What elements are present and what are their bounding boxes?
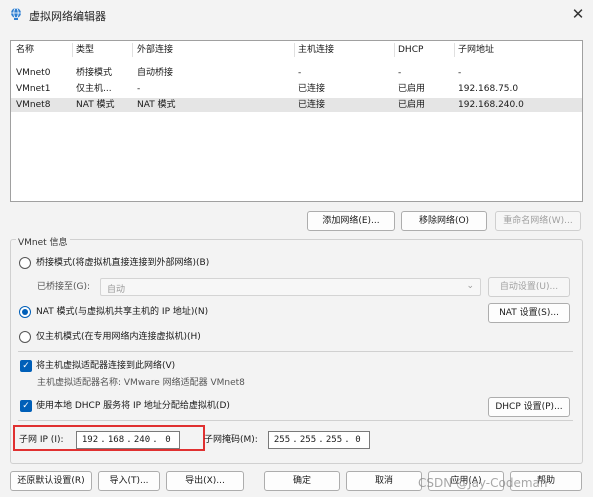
section-divider <box>18 351 573 352</box>
checkmark-icon[interactable]: ✓ <box>20 360 32 372</box>
cell-type: NAT 模式 <box>76 100 115 110</box>
cell-subnet: 192.168.240.0 <box>458 100 524 110</box>
column-header-subnet[interactable]: 子网地址 <box>458 43 578 57</box>
cell-dhcp: 已启用 <box>398 100 426 110</box>
cell-name: VMnet8 <box>16 100 51 110</box>
cell-dhcp: 已启用 <box>398 84 426 94</box>
ip-octet[interactable]: 192 <box>79 432 101 448</box>
ip-octet[interactable]: 168 <box>105 432 127 448</box>
subnet-mask-label: 子网掩码(M): <box>204 435 258 445</box>
chevron-down-icon: ⌄ <box>466 281 474 291</box>
subnet-mask-input[interactable]: 255 . 255 . 255 . 0 <box>268 431 370 449</box>
mask-octet[interactable]: 255 <box>323 432 345 448</box>
use-dhcp-label[interactable]: 使用本地 DHCP 服务将 IP 地址分配给虚拟机(D) <box>36 400 230 412</box>
mask-octet[interactable]: 0 <box>347 432 369 448</box>
column-header-dhcp[interactable]: DHCP <box>398 43 453 57</box>
cell-type: 仅主机... <box>76 84 112 94</box>
cell-external: - <box>137 84 141 94</box>
nat-mode-radio[interactable] <box>19 306 31 318</box>
nat-mode-label[interactable]: NAT 模式(与虚拟机共享主机的 IP 地址)(N) <box>36 306 208 318</box>
ip-octet[interactable]: 240 <box>131 432 153 448</box>
cell-name: VMnet1 <box>16 84 51 94</box>
column-divider <box>72 43 73 57</box>
bridged-to-label: 已桥接至(G): <box>37 282 91 292</box>
export-button[interactable]: 导出(X)... <box>166 471 244 491</box>
cell-external: NAT 模式 <box>137 100 176 110</box>
subnet-ip-input[interactable]: 192 . 168 . 240 . 0 <box>76 431 180 449</box>
remove-network-button[interactable]: 移除网络(O) <box>401 211 487 231</box>
cell-external: 自动桥接 <box>137 68 174 78</box>
mask-octet[interactable]: 255 <box>297 432 319 448</box>
cell-type: 桥接模式 <box>76 68 113 78</box>
cell-host: 已连接 <box>298 100 326 110</box>
column-header-external[interactable]: 外部连接 <box>137 43 292 57</box>
checkmark-icon[interactable]: ✓ <box>20 400 32 412</box>
ok-button[interactable]: 确定 <box>264 471 340 491</box>
section-divider <box>18 420 573 421</box>
connect-adapter-label[interactable]: 将主机虚拟适配器连接到此网络(V) <box>36 360 175 372</box>
dhcp-settings-button[interactable]: DHCP 设置(P)... <box>488 397 570 417</box>
column-header-type[interactable]: 类型 <box>76 43 131 57</box>
bridged-to-select[interactable]: 自动 ⌄ <box>100 278 481 296</box>
table-row[interactable]: VMnet1 仅主机... - 已连接 已启用 192.168.75.0 <box>11 82 582 96</box>
cell-subnet: - <box>458 68 462 78</box>
watermark-text: CSDN @Jay-Codeman <box>418 476 548 490</box>
cell-host: - <box>298 68 302 78</box>
column-header-name[interactable]: 名称 <box>16 43 71 57</box>
cell-subnet: 192.168.75.0 <box>458 84 519 94</box>
column-divider <box>294 43 295 57</box>
cell-name: VMnet0 <box>16 68 51 78</box>
host-only-radio[interactable] <box>19 331 31 343</box>
table-row[interactable]: VMnet0 桥接模式 自动桥接 - - - <box>11 66 582 80</box>
bridge-mode-label[interactable]: 桥接模式(将虚拟机直接连接到外部网络)(B) <box>36 257 209 269</box>
cancel-button[interactable]: 取消 <box>346 471 422 491</box>
bridge-mode-radio[interactable] <box>19 257 31 269</box>
vmnet-info-title: VMnet 信息 <box>16 235 70 248</box>
subnet-ip-label: 子网 IP (I): <box>19 435 64 445</box>
column-divider <box>132 43 133 57</box>
network-list[interactable]: 名称 类型 外部连接 主机连接 DHCP 子网地址 VMnet0 桥接模式 自动… <box>10 40 583 202</box>
nat-settings-button[interactable]: NAT 设置(S)... <box>488 303 570 323</box>
adapter-name-text: 主机虚拟适配器名称: VMware 网络适配器 VMnet8 <box>37 378 245 388</box>
mask-octet[interactable]: 255 <box>271 432 293 448</box>
rename-network-button[interactable]: 重命名网络(W)... <box>495 211 581 231</box>
import-button[interactable]: 导入(T)... <box>98 471 160 491</box>
table-header: 名称 类型 外部连接 主机连接 DHCP 子网地址 <box>11 43 582 57</box>
add-network-button[interactable]: 添加网络(E)... <box>307 211 395 231</box>
column-header-host[interactable]: 主机连接 <box>298 43 393 57</box>
title-bar: 虚拟网络编辑器 ✕ <box>0 0 593 30</box>
column-divider <box>454 43 455 57</box>
close-icon[interactable]: ✕ <box>567 4 589 24</box>
ip-octet[interactable]: 0 <box>157 432 179 448</box>
bridged-to-value: 自动 <box>107 285 126 295</box>
table-row-selected[interactable]: VMnet8 NAT 模式 NAT 模式 已连接 已启用 192.168.240… <box>11 98 582 112</box>
cell-host: 已连接 <box>298 84 326 94</box>
network-globe-icon <box>11 7 21 20</box>
host-only-label[interactable]: 仅主机模式(在专用网络内连接虚拟机)(H) <box>36 331 201 343</box>
restore-defaults-button[interactable]: 还原默认设置(R) <box>10 471 92 491</box>
auto-settings-button[interactable]: 自动设置(U)... <box>488 277 570 297</box>
cell-dhcp: - <box>398 68 402 78</box>
column-divider <box>394 43 395 57</box>
window-title: 虚拟网络编辑器 <box>29 10 106 23</box>
